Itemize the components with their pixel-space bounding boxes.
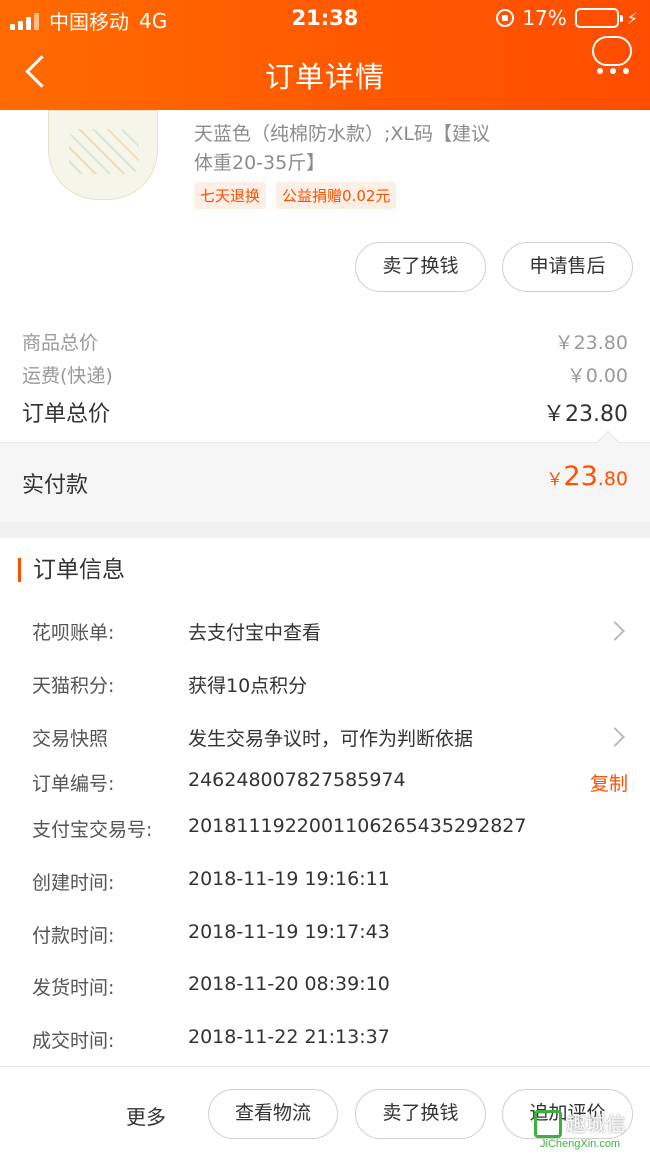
info-key: 花呗账单: bbox=[32, 622, 115, 644]
info-key: 创建时间: bbox=[32, 872, 115, 894]
info-value: 2018-11-19 19:17:43 bbox=[188, 921, 390, 943]
charging-icon: ⚡ bbox=[626, 8, 638, 28]
sell-button[interactable]: 卖了换钱 bbox=[355, 1089, 486, 1139]
paid-currency: ￥ bbox=[546, 470, 564, 490]
chevron-right-icon bbox=[605, 621, 625, 641]
info-value: 2018-11-20 08:39:10 bbox=[188, 973, 390, 995]
paid-dec: .80 bbox=[597, 468, 628, 490]
info-value: 2018-11-22 21:13:37 bbox=[188, 1026, 390, 1048]
after-sale-button[interactable]: 申请售后 bbox=[502, 242, 633, 292]
product-thumbnail[interactable] bbox=[40, 110, 170, 210]
info-row-paid-time: 付款时间: 2018-11-19 19:17:43 bbox=[32, 921, 632, 951]
bottom-action-bar: 更多 查看物流 卖了换钱 追加评价 趣城信 JiChengXin.com bbox=[0, 1066, 650, 1156]
info-row-completed-time: 成交时间: 2018-11-22 21:13:37 bbox=[32, 1026, 632, 1056]
order-total-row: 订单总价 ￥23.80 bbox=[22, 396, 628, 428]
product-item[interactable]: 天蓝色（纯棉防水款）;XL码【建议 体重20-35斤】 七天退换 公益捐赠0.0… bbox=[0, 110, 650, 230]
info-row-points: 天猫积分: 获得10点积分 bbox=[32, 671, 632, 701]
nav-bar: 订单详情 bbox=[0, 36, 650, 110]
info-row-alipay-number: 支付宝交易号: 2018111922001106265435292827 bbox=[32, 815, 632, 845]
section-divider bbox=[0, 522, 650, 538]
info-key: 付款时间: bbox=[32, 925, 115, 947]
goods-total-label: 商品总价 bbox=[22, 332, 99, 354]
shipping-row: 运费(快递) ￥0.00 bbox=[22, 361, 628, 388]
shipping-label: 运费(快递) bbox=[22, 365, 113, 387]
product-sku-line2: 体重20-35斤】 bbox=[194, 152, 326, 174]
info-value: 去支付宝中查看 bbox=[188, 622, 322, 644]
tag-charity: 公益捐赠0.02元 bbox=[276, 182, 397, 209]
tag-return: 七天退换 bbox=[194, 182, 267, 209]
info-value: 获得10点积分 bbox=[188, 675, 308, 697]
product-sku-line1: 天蓝色（纯棉防水款）;XL码【建议 bbox=[194, 123, 491, 145]
info-row-created-time: 创建时间: 2018-11-19 19:16:11 bbox=[32, 868, 632, 898]
battery-icon bbox=[574, 8, 623, 28]
watermark-text: 趣城信 bbox=[566, 1112, 626, 1136]
shipping-value: ￥0.00 bbox=[566, 365, 628, 387]
header: 中国移动 4G 21:38 17% ⚡ 订单详情 bbox=[0, 0, 650, 110]
paid-amount-box: 实付款 ￥23.80 bbox=[0, 430, 650, 522]
info-value: 2018-11-19 19:16:11 bbox=[188, 868, 390, 890]
more-menu-button[interactable] bbox=[590, 36, 636, 76]
info-key: 交易快照 bbox=[32, 728, 109, 750]
info-key: 成交时间: bbox=[32, 1030, 115, 1052]
chevron-right-icon bbox=[605, 727, 625, 747]
info-key: 订单编号: bbox=[32, 773, 115, 795]
info-row-snapshot[interactable]: 交易快照 发生交易争议时，可作为判断依据 bbox=[32, 724, 632, 754]
info-row-order-number: 订单编号: 246248007827585974 复制 bbox=[32, 769, 632, 799]
info-row-shipped-time: 发货时间: 2018-11-20 08:39:10 bbox=[32, 973, 632, 1003]
order-info-title: 订单信息 bbox=[18, 558, 125, 582]
view-logistics-button[interactable]: 查看物流 bbox=[208, 1089, 338, 1139]
order-total-value: ￥23.80 bbox=[543, 402, 628, 427]
paid-amount: ￥23.80 bbox=[546, 461, 628, 492]
info-key: 发货时间: bbox=[32, 977, 115, 999]
battery-percent: 17% bbox=[522, 6, 567, 30]
more-dots-icon bbox=[590, 68, 636, 74]
info-key: 天猫积分: bbox=[32, 675, 115, 697]
info-value: 2018111922001106265435292827 bbox=[188, 815, 527, 837]
info-row-huabei[interactable]: 花呗账单: 去支付宝中查看 bbox=[32, 618, 632, 648]
more-button[interactable]: 更多 bbox=[126, 1101, 166, 1130]
goods-total-row: 商品总价 ￥23.80 bbox=[22, 328, 628, 355]
paid-label: 实付款 bbox=[22, 473, 89, 498]
info-key: 支付宝交易号: bbox=[32, 819, 153, 841]
watermark: 趣城信 JiChengXin.com bbox=[534, 1108, 646, 1152]
paid-int: 23 bbox=[563, 461, 598, 492]
order-total-label: 订单总价 bbox=[22, 402, 111, 427]
page-title: 订单详情 bbox=[264, 60, 385, 94]
product-sku: 天蓝色（纯棉防水款）;XL码【建议 体重20-35斤】 bbox=[194, 120, 554, 178]
copy-button[interactable]: 复制 bbox=[590, 769, 628, 796]
rotation-lock-icon bbox=[496, 9, 515, 27]
goods-total-value: ￥23.80 bbox=[554, 332, 628, 354]
watermark-url: JiChengXin.com bbox=[540, 1138, 621, 1150]
message-bubble-icon bbox=[592, 36, 632, 66]
watermark-logo-icon bbox=[534, 1110, 562, 1138]
status-bar: 中国移动 4G 21:38 17% ⚡ bbox=[0, 0, 650, 36]
info-value: 246248007827585974 bbox=[188, 769, 406, 791]
info-value: 发生交易争议时，可作为判断依据 bbox=[188, 728, 474, 750]
sell-item-button[interactable]: 卖了换钱 bbox=[355, 242, 486, 292]
